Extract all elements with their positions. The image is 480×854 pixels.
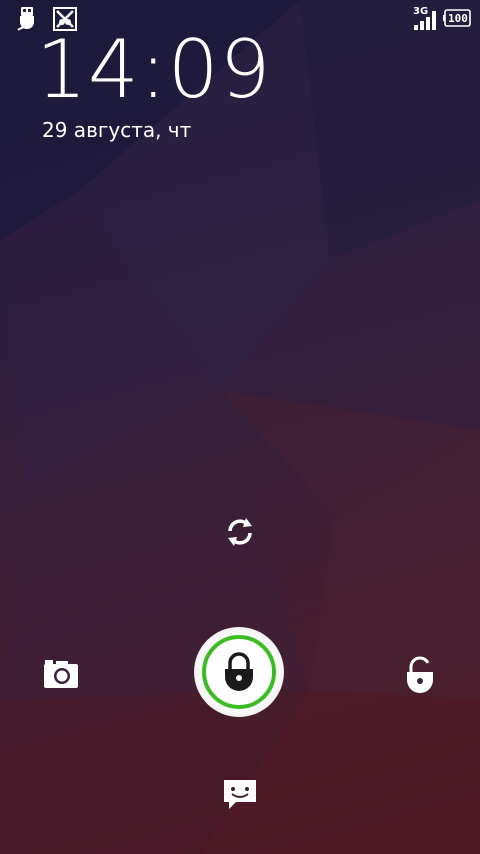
lock-icon	[225, 652, 253, 691]
signal-bars-icon: 3G	[413, 5, 437, 35]
battery-level-label: 100	[448, 12, 468, 25]
lock-handle[interactable]	[194, 627, 284, 717]
battery-icon: 100	[443, 9, 471, 31]
message-icon[interactable]	[222, 778, 258, 812]
sync-icon[interactable]	[222, 514, 258, 550]
unlock-icon[interactable]	[404, 654, 436, 694]
camera-icon[interactable]	[42, 656, 80, 690]
lockscreen-date: 29 августа, чт	[42, 118, 192, 142]
network-type-label: 3G	[413, 6, 428, 17]
lockscreen-clock: 14:09	[36, 23, 272, 116]
lock-ring	[202, 635, 276, 709]
